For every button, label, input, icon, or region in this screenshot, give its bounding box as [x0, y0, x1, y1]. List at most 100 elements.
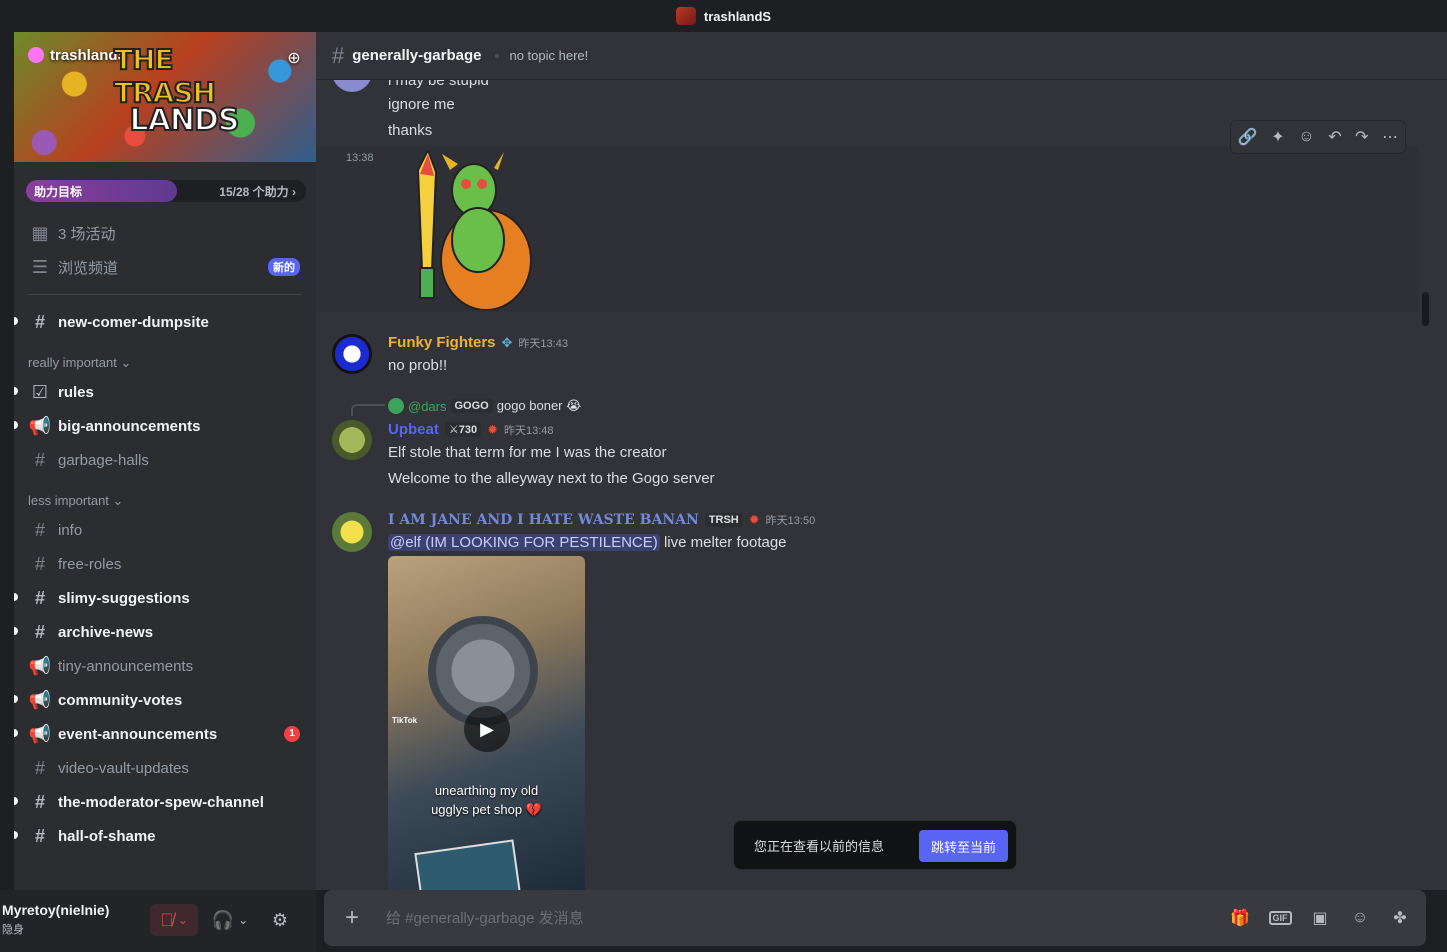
forward-icon[interactable]: ↷	[1355, 127, 1368, 147]
message-input[interactable]	[386, 909, 1226, 927]
message-text: Elf stole that term for me I was the cre…	[388, 444, 667, 461]
channel-event-announcements[interactable]: 📢 event-announcements 1	[14, 717, 316, 751]
message-header: I AM JANE AND I HATE WASTE BANAN TRSH ✹ …	[388, 512, 815, 528]
message-text: thanks	[388, 122, 433, 139]
events-item[interactable]: ▦ 3 场活动	[14, 216, 316, 250]
channel-big-announcements[interactable]: 📢 big-announcements	[14, 409, 316, 443]
avatar[interactable]	[332, 334, 372, 374]
hash-icon: #	[34, 825, 45, 846]
message-timestamp: 13:38	[346, 152, 374, 164]
reply-text: gogo boner 😭	[496, 398, 582, 413]
mute-mic-button[interactable]: 🎙̸ ⌄	[150, 904, 198, 936]
invite-icon[interactable]: ⊕	[284, 48, 304, 68]
user-name[interactable]: Myretoy(nielnie)	[2, 902, 109, 918]
channel-community-votes[interactable]: 📢 community-votes	[14, 683, 316, 717]
channel-the-moderator-spew-channel[interactable]: # the-moderator-spew-channel	[14, 785, 316, 819]
channel-label: new-comer-dumpsite	[58, 313, 209, 331]
chevron-down-icon: ⌄	[177, 913, 188, 927]
channel-slimy-suggestions[interactable]: # slimy-suggestions	[14, 581, 316, 615]
more-icon[interactable]: ⋯	[1382, 127, 1398, 147]
super-reaction-icon[interactable]: ✦	[1271, 127, 1284, 147]
hash-icon: #	[34, 621, 45, 642]
message-header: Funky Fighters ✥ 昨天13:43	[388, 334, 568, 351]
message-composer: + 🎁 GIF ▣ ☺ ✤	[324, 890, 1426, 946]
channel-label: tiny-announcements	[58, 657, 194, 675]
logo-line-1: THE TRASH	[113, 42, 217, 110]
unread-pip	[14, 387, 18, 395]
play-icon[interactable]: ▶	[464, 706, 510, 752]
hash-icon: #	[34, 553, 45, 574]
channel-tiny-announcements[interactable]: 📢 tiny-announcements	[14, 649, 316, 683]
avatar[interactable]	[332, 80, 372, 92]
guild-tag[interactable]: TRSH	[704, 513, 743, 527]
message-timestamp: 昨天13:50	[765, 515, 816, 527]
channel-info[interactable]: # info	[14, 513, 316, 547]
add-reaction-icon[interactable]: ☺	[1298, 128, 1314, 146]
apps-icon[interactable]: ✤	[1386, 904, 1414, 932]
channel-sidebar: trashlandS ⌄ THE TRASH LANDS ⊕ 助力目标 15/2…	[14, 32, 316, 890]
video-caption: unearthing my old ugglys pet shop 💔	[388, 781, 585, 819]
deafen-button[interactable]: 🎧 ⌄	[208, 904, 252, 936]
server-icon	[675, 7, 696, 25]
message-header: Upbeat ⚔730 ✹ 昨天13:48	[388, 421, 554, 438]
message-list[interactable]: i may be stupid ignore me thanks 13:38 🔗…	[316, 80, 1447, 890]
author-name[interactable]: Upbeat	[388, 421, 439, 438]
author-name[interactable]: Funky Fighters	[388, 334, 496, 351]
message-text: @elf (IM LOOKING FOR PESTILENCE) live me…	[388, 534, 787, 551]
gift-icon[interactable]: 🎁	[1226, 904, 1254, 932]
channel-topic[interactable]: no topic here!	[509, 48, 588, 63]
settings-button[interactable]: ⚙	[264, 904, 296, 936]
channel-hall-of-shame[interactable]: # hall-of-shame	[14, 819, 316, 853]
new-badge: 新的	[268, 258, 300, 276]
jump-to-present-button[interactable]: 跳转至当前	[918, 830, 1008, 862]
category-less-important[interactable]: less important ⌄	[14, 485, 316, 513]
message-text: ignore me	[388, 96, 455, 113]
channel-name: generally-garbage	[352, 47, 482, 64]
reply-icon[interactable]: ↶	[1328, 127, 1341, 147]
plus-icon[interactable]: +	[340, 904, 364, 931]
hash-icon: #	[34, 791, 45, 812]
category-really-important[interactable]: really important ⌄	[14, 347, 316, 375]
mention-badge: 1	[284, 726, 300, 742]
browse-channels-item[interactable]: ☰ 浏览频道 新的	[14, 250, 316, 284]
boost-goal-bar[interactable]: 助力目标 15/28 个助力 ›	[26, 180, 306, 202]
hash-icon: #	[34, 757, 45, 778]
user-mention[interactable]: @elf (IM LOOKING FOR PESTILENCE)	[388, 534, 660, 551]
badge-icon: ✥	[501, 334, 513, 350]
video-attachment[interactable]: TikTok ▶ unearthing my old ugglys pet sh…	[388, 556, 585, 890]
window-titlebar: trashlandS	[0, 0, 1447, 32]
divider	[28, 294, 302, 295]
emoji-icon[interactable]: ☺	[1346, 904, 1374, 932]
channel-label: video-vault-updates	[58, 759, 189, 777]
channel-video-vault-updates[interactable]: # video-vault-updates	[14, 751, 316, 785]
channel-new-comer-dumpsite[interactable]: # new-comer-dumpsite	[14, 305, 316, 339]
video-caption-line-2: ugglys pet shop 💔	[431, 802, 542, 817]
role-icon: ✹	[487, 421, 498, 437]
hash-icon: #	[332, 42, 345, 68]
boost-goal-label: 助力目标	[34, 184, 83, 199]
boost-icon	[28, 47, 44, 63]
unread-pip	[14, 421, 18, 429]
gif-icon[interactable]: GIF	[1266, 904, 1294, 932]
avatar[interactable]	[332, 420, 372, 460]
channel-garbage-halls[interactable]: # garbage-halls	[14, 443, 316, 477]
calendar-icon: ▦	[31, 222, 49, 243]
link-icon[interactable]: 🔗	[1238, 127, 1258, 147]
older-messages-text: 您正在查看以前的信息	[754, 838, 885, 854]
boost-count: 15/28 个助力 ›	[219, 184, 296, 199]
megaphone-icon: 📢	[28, 723, 52, 744]
channel-rules[interactable]: ☑ rules	[14, 375, 316, 409]
avatar[interactable]	[332, 512, 372, 552]
reply-connector	[351, 404, 385, 416]
scrollbar-thumb[interactable]	[1422, 292, 1429, 326]
channel-free-roles[interactable]: # free-roles	[14, 547, 316, 581]
sticker-icon[interactable]: ▣	[1306, 904, 1334, 932]
reply-reference[interactable]: @dars GOGO gogo boner 😭	[388, 398, 581, 414]
message-timestamp: 昨天13:43	[518, 337, 568, 350]
channel-label: archive-news	[58, 623, 154, 641]
message-text: i may be stupid	[388, 80, 489, 89]
guild-tag[interactable]: ⚔730	[444, 422, 482, 437]
hash-icon: #	[34, 449, 45, 470]
channel-archive-news[interactable]: # archive-news	[14, 615, 316, 649]
author-name[interactable]: I AM JANE AND I HATE WASTE BANAN	[388, 512, 699, 528]
